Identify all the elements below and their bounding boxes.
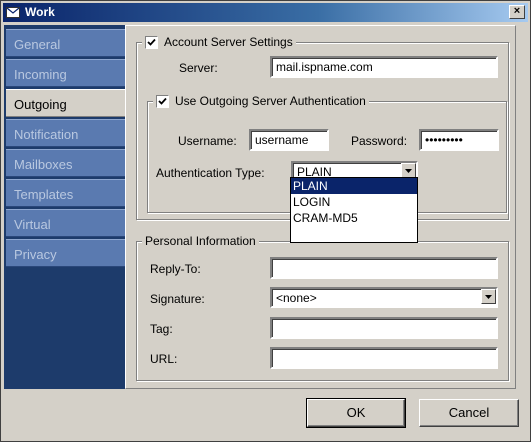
sidebar-item-label: Privacy xyxy=(14,247,57,262)
signature-value: <none> xyxy=(276,291,317,305)
sidebar-item-label: Incoming xyxy=(14,67,67,82)
personal-info-legend: Personal Information xyxy=(142,234,259,248)
sidebar-item-general[interactable]: General xyxy=(6,29,125,57)
reply-to-input[interactable] xyxy=(270,257,498,279)
username-input[interactable]: username xyxy=(249,129,329,151)
password-input[interactable]: ••••••••• xyxy=(419,129,499,151)
url-input[interactable] xyxy=(270,347,498,369)
reply-to-label: Reply-To: xyxy=(150,262,201,276)
sidebar-item-label: Notification xyxy=(14,127,79,142)
username-label: Username: xyxy=(178,134,237,148)
tag-input[interactable] xyxy=(270,317,498,339)
window-title: Work xyxy=(25,5,55,19)
url-label: URL: xyxy=(150,352,178,366)
sidebar-item-label: General xyxy=(14,37,61,52)
sidebar-item-virtual[interactable]: Virtual xyxy=(6,209,125,237)
app-icon xyxy=(6,7,20,18)
signature-label: Signature: xyxy=(150,292,205,306)
sidebar-item-notification[interactable]: Notification xyxy=(6,119,125,147)
auth-type-label: Authentication Type: xyxy=(156,166,265,180)
sidebar-item-label: Virtual xyxy=(14,217,51,232)
sidebar-item-incoming[interactable]: Incoming xyxy=(6,59,125,87)
chevron-down-icon xyxy=(405,169,412,173)
account-server-label: Account Server Settings xyxy=(164,35,293,49)
auth-legend: Use Outgoing Server Authentication xyxy=(153,94,369,108)
sidebar-item-templates[interactable]: Templates xyxy=(6,179,125,207)
close-button[interactable]: × xyxy=(509,5,525,19)
sidebar-item-label: Mailboxes xyxy=(14,157,73,172)
sidebar-item-privacy[interactable]: Privacy xyxy=(6,239,125,267)
signature-dropdown-button[interactable] xyxy=(481,289,496,304)
auth-label: Use Outgoing Server Authentication xyxy=(175,94,366,108)
title-bar[interactable]: Work × xyxy=(3,3,528,22)
auth-option-login[interactable]: LOGIN xyxy=(291,194,417,210)
auth-type-dropdown-list: PLAIN LOGIN CRAM-MD5 xyxy=(290,177,418,243)
auth-type-dropdown-button[interactable] xyxy=(401,163,416,178)
cancel-button[interactable]: Cancel xyxy=(419,399,519,427)
password-label: Password: xyxy=(351,134,408,148)
personal-info-group: Personal Information Reply-To: Signature… xyxy=(136,234,509,381)
signature-select[interactable]: <none> xyxy=(270,287,498,308)
server-label: Server: xyxy=(179,61,218,75)
auth-checkbox[interactable] xyxy=(156,94,169,108)
preferences-window: Work × General Incoming Outgoing Notific… xyxy=(0,0,531,442)
server-input[interactable]: mail.ispname.com xyxy=(270,56,498,78)
checkmark-icon xyxy=(158,97,167,105)
account-server-checkbox[interactable] xyxy=(145,35,158,49)
close-icon: × xyxy=(513,5,521,17)
personal-info-label: Personal Information xyxy=(145,234,256,248)
chevron-down-icon xyxy=(485,295,492,299)
category-sidebar: General Incoming Outgoing Notification M… xyxy=(4,25,128,389)
checkmark-icon xyxy=(147,38,156,46)
ok-button[interactable]: OK xyxy=(306,398,406,428)
sidebar-item-outgoing[interactable]: Outgoing xyxy=(6,89,128,117)
sidebar-item-label: Outgoing xyxy=(14,97,67,112)
tag-label: Tag: xyxy=(150,322,173,336)
sidebar-item-label: Templates xyxy=(14,187,74,202)
account-server-legend: Account Server Settings xyxy=(142,35,296,49)
auth-option-cram-md5[interactable]: CRAM-MD5 xyxy=(291,210,417,226)
sidebar-item-mailboxes[interactable]: Mailboxes xyxy=(6,149,125,177)
auth-option-plain[interactable]: PLAIN xyxy=(291,178,417,194)
